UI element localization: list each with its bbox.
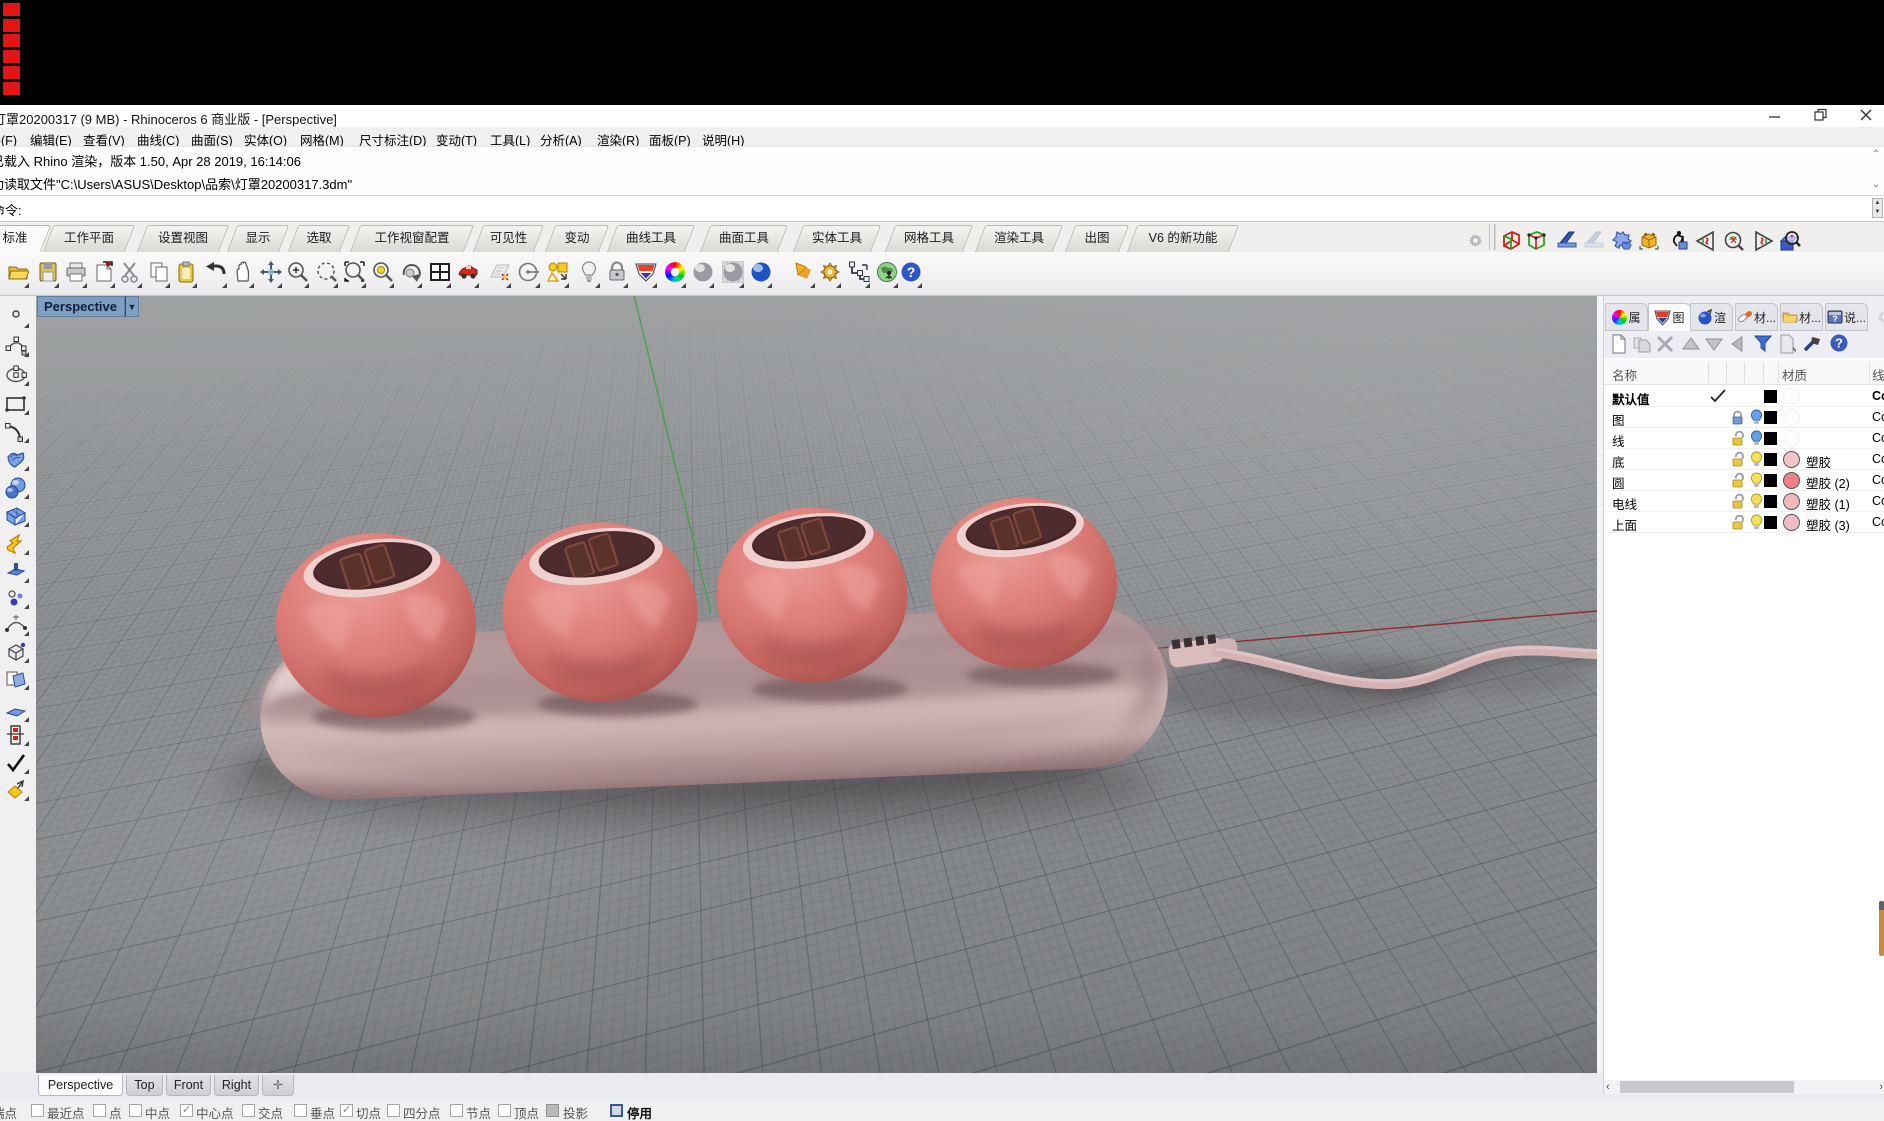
svg-text:?: ? xyxy=(907,264,916,280)
